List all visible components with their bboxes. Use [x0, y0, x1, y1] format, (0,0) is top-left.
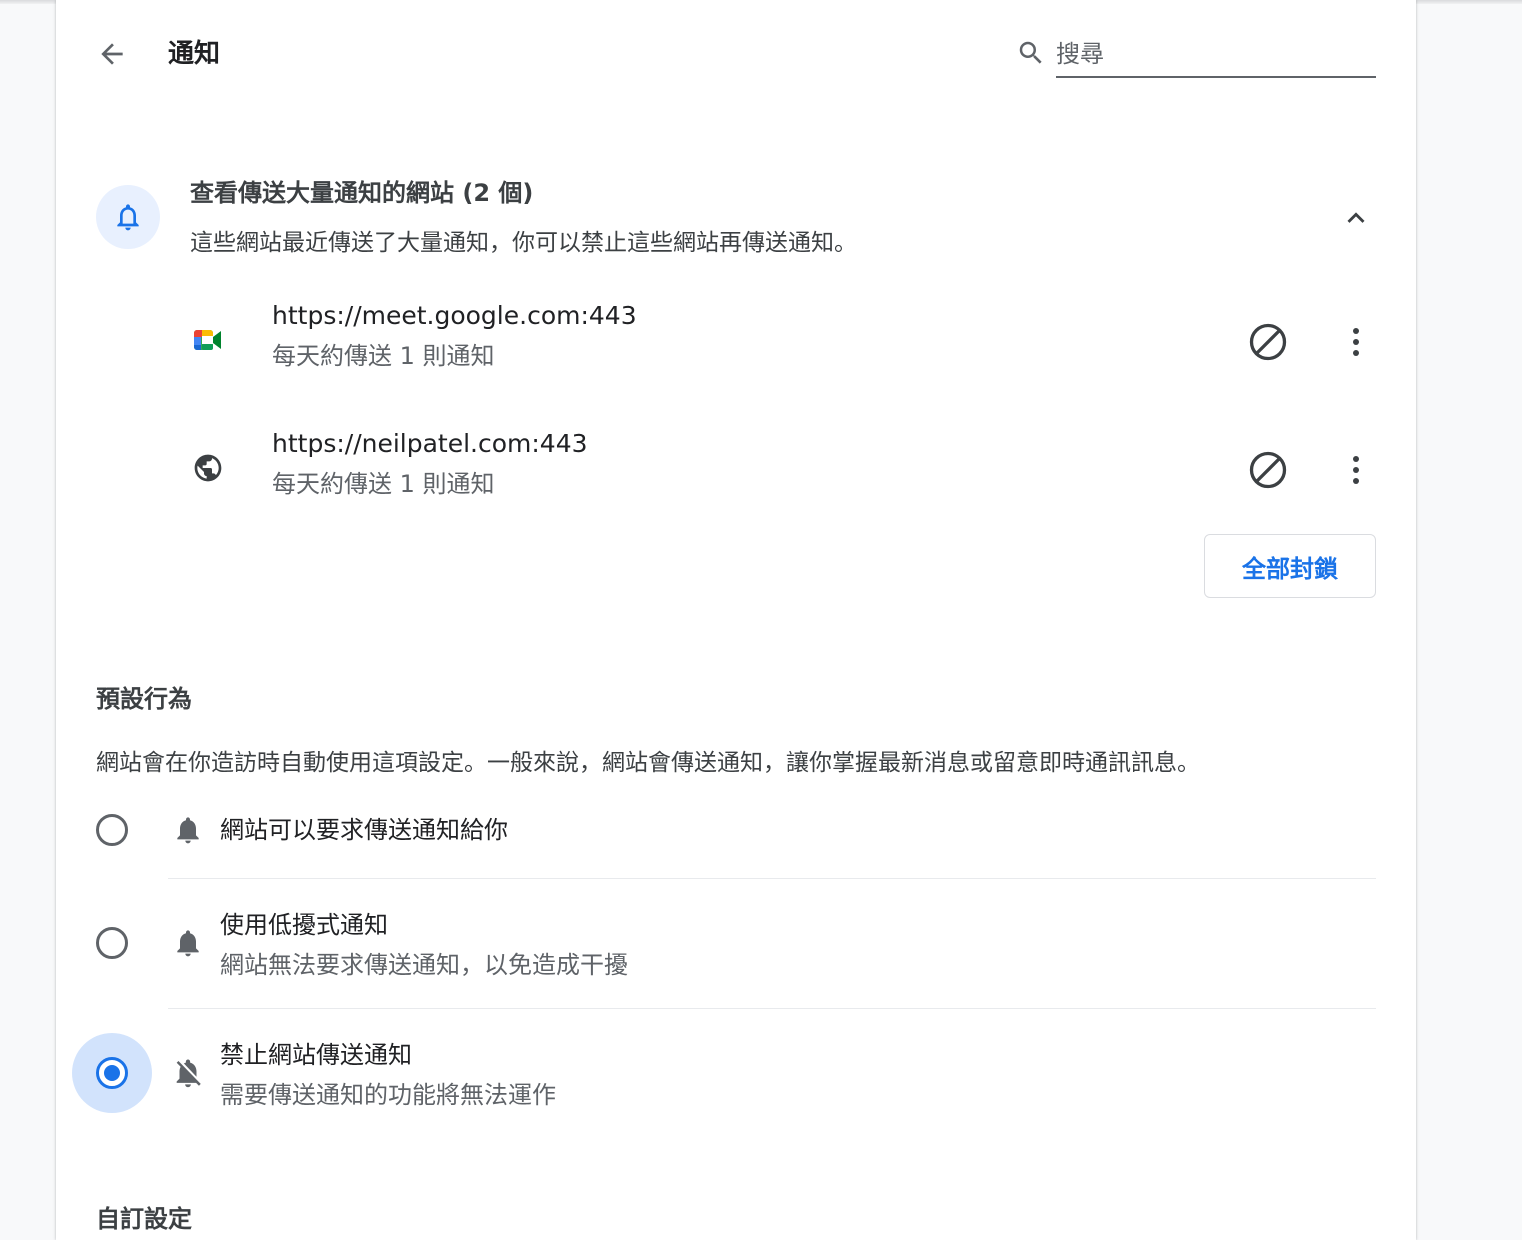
bell-outline-icon — [117, 204, 139, 231]
option-allow-requests[interactable]: 網站可以要求傳送通知給你 — [56, 790, 1416, 870]
radio-allow-requests[interactable] — [72, 790, 152, 870]
back-button[interactable] — [92, 34, 132, 74]
option-block-notifications[interactable]: 禁止網站傳送通知 需要傳送通知的功能將無法運作 — [56, 1033, 1416, 1113]
block-icon — [1249, 451, 1287, 489]
default-behavior-heading: 預設行為 — [96, 685, 192, 713]
site-frequency: 每天約傳送 1 則通知 — [272, 342, 495, 370]
site-row: https://meet.google.com:443 每天約傳送 1 則通知 — [56, 301, 1416, 406]
block-site-button[interactable] — [1244, 318, 1292, 366]
option-label: 網站可以要求傳送通知給你 — [220, 816, 508, 844]
radio-circle — [96, 1057, 128, 1089]
review-icon-badge — [96, 185, 160, 249]
block-all-button[interactable]: 全部封鎖 — [1204, 534, 1376, 598]
radio-circle — [96, 927, 128, 959]
search-input[interactable] — [1056, 32, 1376, 78]
block-site-button[interactable] — [1244, 446, 1292, 494]
divider — [168, 1008, 1376, 1009]
site-frequency: 每天約傳送 1 則通知 — [272, 470, 495, 498]
globe-icon — [188, 448, 228, 488]
option-label: 使用低擾式通知 — [220, 911, 388, 939]
site-url[interactable]: https://meet.google.com:443 — [272, 298, 637, 334]
site-row: https://neilpatel.com:443 每天約傳送 1 則通知 — [56, 429, 1416, 534]
chevron-up-icon — [1347, 212, 1365, 223]
block-icon — [1249, 323, 1287, 361]
option-quiet-notifications[interactable]: 使用低擾式通知 網站無法要求傳送通知，以免造成干擾 — [56, 903, 1416, 983]
more-vert-icon — [1353, 328, 1359, 356]
default-behavior-description: 網站會在你造訪時自動使用這項設定。一般來說，網站會傳送通知，讓你掌握最新消息或留… — [96, 750, 1200, 776]
bell-icon — [168, 923, 208, 963]
option-label: 禁止網站傳送通知 — [220, 1041, 412, 1069]
divider — [168, 878, 1376, 879]
arrow-back-icon — [101, 43, 123, 65]
search-icon — [1019, 41, 1042, 64]
review-description: 這些網站最近傳送了大量通知，你可以禁止這些網站再傳送通知。 — [190, 230, 857, 256]
bell-off-icon — [168, 1053, 208, 1093]
review-title: 查看傳送大量通知的網站 (2 個) — [190, 179, 534, 207]
bell-icon — [168, 810, 208, 850]
custom-settings-heading: 自訂設定 — [96, 1205, 192, 1233]
option-sublabel: 需要傳送通知的功能將無法運作 — [220, 1081, 556, 1109]
site-url[interactable]: https://neilpatel.com:443 — [272, 426, 588, 462]
option-sublabel: 網站無法要求傳送通知，以免造成干擾 — [220, 951, 628, 979]
collapse-button[interactable] — [1336, 198, 1376, 238]
google-meet-icon — [188, 320, 228, 360]
radio-block-notifications[interactable] — [72, 1033, 152, 1113]
more-actions-button[interactable] — [1336, 320, 1376, 364]
page-title: 通知 — [168, 39, 221, 69]
more-actions-button[interactable] — [1336, 448, 1376, 492]
more-vert-icon — [1353, 456, 1359, 484]
radio-quiet-notifications[interactable] — [72, 903, 152, 983]
radio-circle — [96, 814, 128, 846]
settings-card: 通知 查看傳送大量通知的網站 (2 個) 這些網站最近傳送了大量通知，你可以禁止… — [56, 0, 1416, 1240]
